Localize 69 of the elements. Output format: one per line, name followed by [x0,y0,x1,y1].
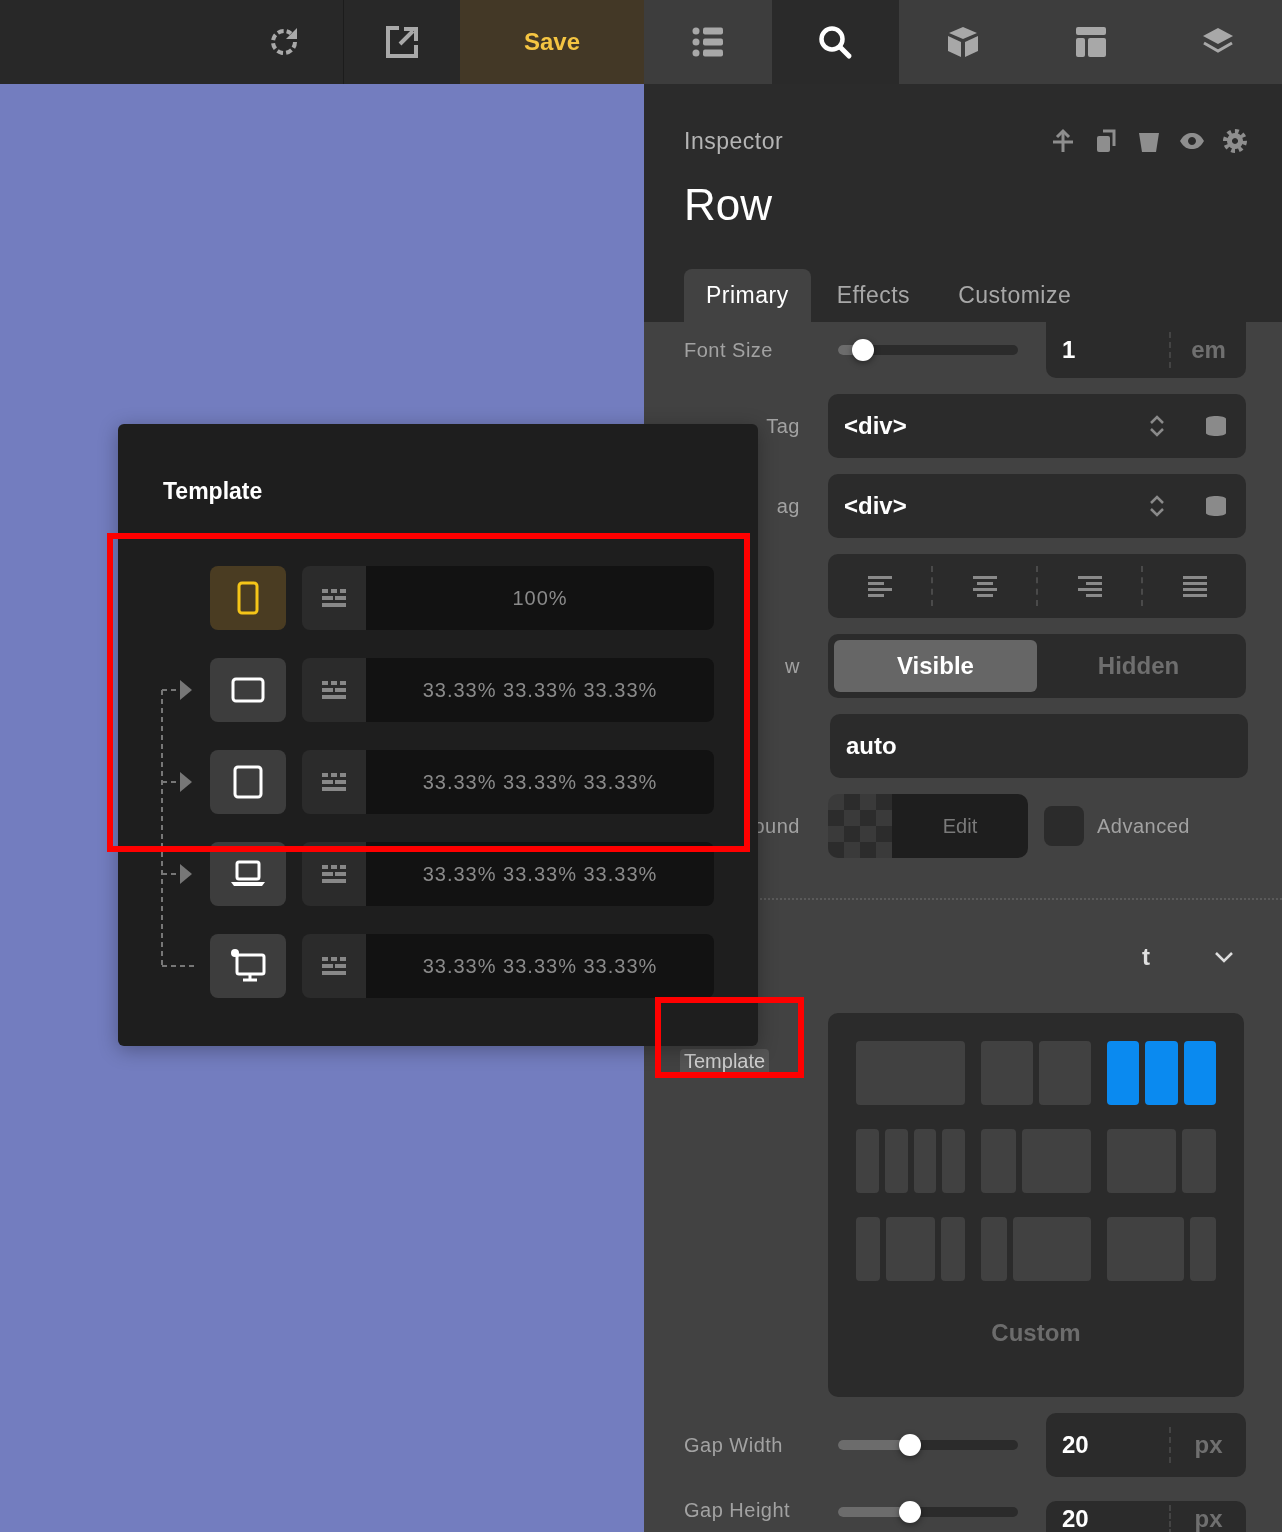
slider-thumb[interactable] [899,1501,921,1523]
slider-track[interactable] [838,339,1018,361]
slider-track[interactable] [838,1434,1018,1456]
cube-icon [945,24,981,60]
columns-icon [320,771,348,793]
columns-icon [320,587,348,609]
unit-label: em [1190,336,1227,364]
number-field[interactable]: 20 px [1046,1501,1246,1532]
settings-icon [1222,128,1248,154]
split-arrow-icon [1050,128,1076,154]
field-label: Tag [765,414,801,438]
field-label: w [784,654,801,678]
slider-thumb[interactable] [899,1434,921,1456]
database-icon [1204,413,1228,439]
slider-thumb[interactable] [852,339,875,361]
text-align-icon [1077,575,1102,597]
number-field[interactable]: 1 em [1046,322,1246,378]
text-align-icon [972,575,997,597]
export-icon [384,24,420,60]
transparency-swatch[interactable] [828,794,892,858]
device-button[interactable] [210,934,286,998]
column-widths-field[interactable]: 100% [366,566,714,630]
column-widths-field[interactable]: 33.33% 33.33% 33.33% [366,658,714,722]
inspector-tab[interactable]: Effects [814,269,933,322]
columns-button[interactable] [302,750,366,814]
edit-button[interactable]: Edit [892,794,1028,858]
field-label: Font Size [684,338,773,362]
columns-icon [320,863,348,885]
settings-button[interactable] [1222,128,1248,154]
checkbox-label: Advanced [1097,814,1190,838]
field-label: Gap Height [684,1499,791,1522]
columns-button[interactable] [302,842,366,906]
device-button[interactable] [210,566,286,630]
field-label: ag [775,494,801,518]
slider-track[interactable] [838,1501,1018,1523]
template-label: Template [680,1049,770,1075]
popup-title: Template [163,477,264,505]
search-icon [817,24,854,60]
unit-label: px [1193,1431,1224,1459]
column-widths-field[interactable]: 33.33% 33.33% 33.33% [366,934,714,998]
layout-preset[interactable] [1106,1041,1216,1105]
number-field[interactable]: 20 px [1046,1413,1246,1477]
database-icon [1204,493,1228,519]
split-arrow-button[interactable] [1050,128,1076,154]
device-button[interactable] [210,750,286,814]
columns-icon [320,679,348,701]
device-button[interactable] [210,658,286,722]
select-field[interactable]: <div> [828,394,1246,458]
columns-icon [320,955,348,977]
column-widths-field[interactable]: 33.33% 33.33% 33.33% [366,842,714,906]
columns-button[interactable] [302,566,366,630]
panel-heading: Inspector [684,127,784,155]
field-label: Gap Width [684,1433,783,1457]
section-title: t [1141,943,1151,971]
toggle-option[interactable]: Visible [834,640,1037,692]
select-field[interactable]: <div> [828,474,1246,538]
columns-button[interactable] [302,934,366,998]
unit-label: px [1193,1505,1224,1532]
device-button[interactable] [210,842,286,906]
column-widths-field[interactable]: 33.33% 33.33% 33.33% [366,750,714,814]
text-align-icon [867,575,892,597]
element-title: Row [684,180,774,230]
text-align-icon [1182,575,1207,597]
save-button[interactable]: Save [460,0,644,84]
inspector-tab[interactable]: Primary [684,269,811,322]
columns-button[interactable] [302,658,366,722]
inspector-tab[interactable]: Customize [936,269,1094,322]
text-field[interactable]: auto [830,714,1248,778]
panel-tab[interactable] [771,0,900,84]
